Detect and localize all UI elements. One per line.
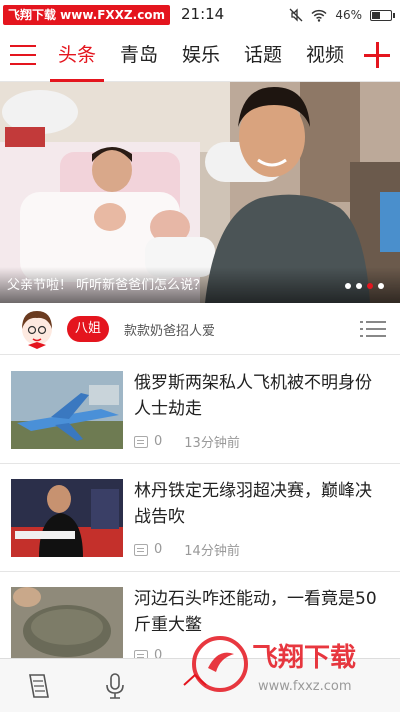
carousel-dot	[345, 283, 351, 289]
comment-icon	[134, 435, 148, 448]
hero-caption: 父亲节啦！ 听听新爸爸们怎么说？	[7, 278, 207, 293]
tab-qingdao[interactable]: 青岛	[108, 30, 170, 82]
news-meta: 0 13分钟前	[134, 432, 240, 451]
microphone-icon[interactable]	[100, 671, 130, 701]
watermark-label: 飞翔下载 www.FXXZ.com	[3, 5, 171, 25]
news-title: 林丹铁定无缘羽超决赛，巅峰决战告吹	[134, 481, 372, 527]
watermark-url: www.fxxz.com	[258, 679, 352, 694]
tab-entertainment[interactable]: 娱乐	[170, 30, 232, 82]
news-thumbnail	[11, 587, 123, 665]
news-time: 14分钟前	[184, 544, 240, 559]
add-channel-icon[interactable]	[364, 42, 390, 68]
promo-text: 款款奶爸招人爱	[124, 324, 216, 339]
battery-fill	[372, 11, 380, 19]
tab-video[interactable]: 视频	[294, 30, 356, 82]
columnist-badge[interactable]: 八姐	[67, 316, 110, 342]
battery-icon	[370, 9, 395, 21]
tab-headlines[interactable]: 头条	[46, 30, 108, 82]
battery-percent: 46%	[335, 8, 362, 22]
comment-icon	[134, 543, 148, 556]
tab-topics[interactable]: 话题	[232, 30, 294, 82]
reader-icon[interactable]	[24, 671, 54, 701]
channel-nav: 头条 青岛 娱乐 话题 视频	[0, 30, 400, 82]
hero-banner[interactable]: 父亲节啦！ 听听新爸爸们怎么说？	[0, 82, 400, 303]
carousel-dot	[367, 283, 373, 289]
carousel-dot	[356, 283, 362, 289]
promo-row[interactable]: 八姐 款款奶爸招人爱	[0, 303, 400, 355]
site-watermark: 飞翔下载 www.fxxz.com	[192, 636, 356, 694]
carousel-dot	[378, 283, 384, 289]
channel-tabs: 头条 青岛 娱乐 话题 视频	[46, 30, 356, 82]
news-item[interactable]: 林丹铁定无缘羽超决赛，巅峰决战告吹 0 14分钟前	[0, 464, 400, 572]
news-item[interactable]: 俄罗斯两架私人飞机被不明身份人士劫走 0 13分钟前	[0, 356, 400, 464]
wifi-icon	[311, 9, 327, 22]
carousel-indicator	[345, 283, 384, 289]
news-meta: 0 14分钟前	[134, 540, 240, 559]
mute-icon	[289, 8, 303, 22]
list-icon[interactable]	[360, 319, 386, 339]
status-time: 21:14	[181, 5, 225, 23]
news-thumbnail	[11, 371, 123, 449]
news-time: 13分钟前	[184, 436, 240, 451]
comment-count: 0	[154, 434, 163, 449]
watermark-brand: 飞翔下载	[252, 643, 356, 673]
avatar	[22, 311, 52, 349]
news-title: 俄罗斯两架私人飞机被不明身份人士劫走	[134, 373, 372, 419]
news-thumbnail	[11, 479, 123, 557]
status-bar: 飞翔下载 www.FXXZ.com 21:14 46%	[0, 0, 400, 30]
menu-icon[interactable]	[10, 43, 36, 67]
status-icons: 46%	[289, 6, 395, 24]
comment-count: 0	[154, 542, 163, 557]
